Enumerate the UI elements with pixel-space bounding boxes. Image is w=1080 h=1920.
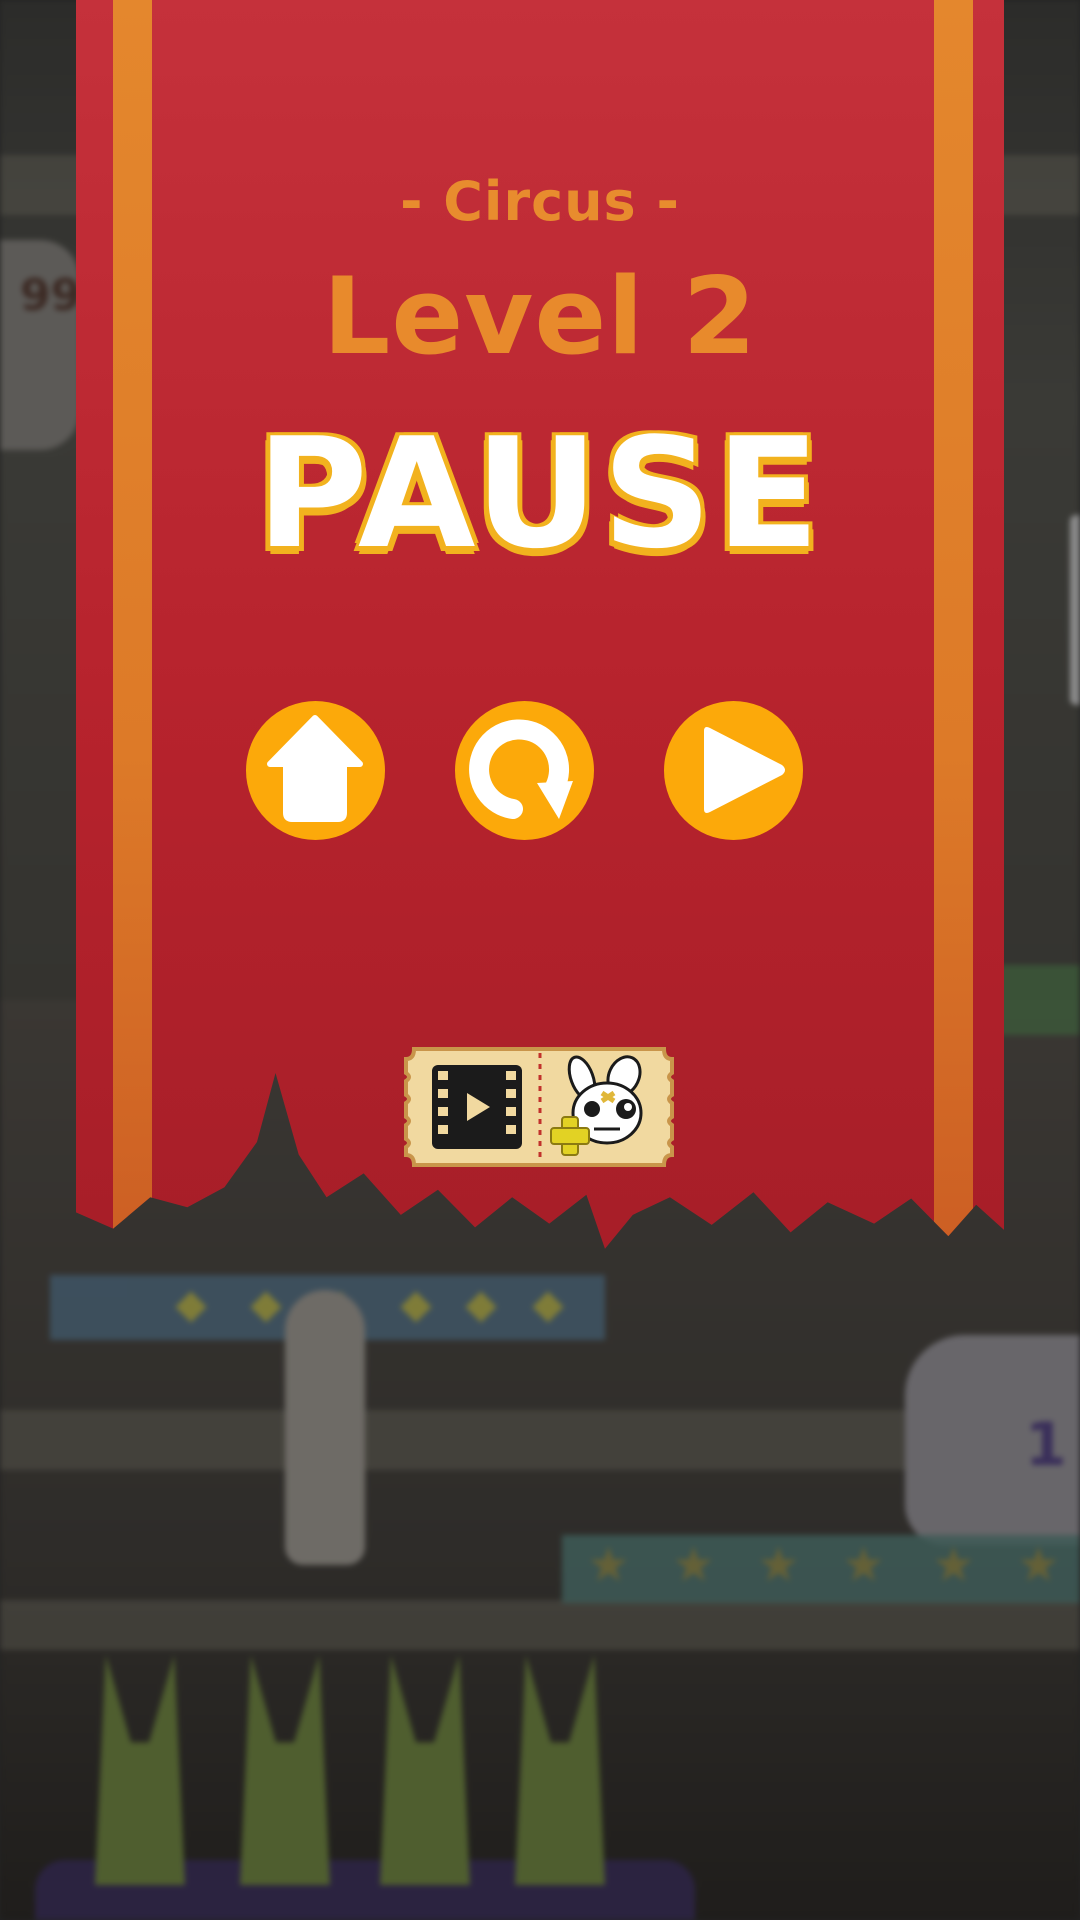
diamond-decor xyxy=(175,1291,207,1323)
restart-button[interactable] xyxy=(455,701,594,840)
hat-number: 99 xyxy=(20,270,82,321)
star-decor: ★ xyxy=(587,1537,631,1593)
star-decor: ★ xyxy=(842,1537,886,1593)
background-hat: 1 xyxy=(905,1335,1080,1545)
background-star-strip: ★ ★ ★ ★ ★ ★ xyxy=(562,1535,1080,1603)
pause-title: PAUSE xyxy=(256,405,824,582)
star-decor: ★ xyxy=(672,1537,716,1593)
diamond-decor xyxy=(465,1291,497,1323)
background-hat: 99 xyxy=(0,240,82,450)
star-decor: ★ xyxy=(932,1537,976,1593)
level-title: Level 2 xyxy=(322,255,758,378)
watch-ad-ticket-button[interactable] xyxy=(402,1043,676,1170)
video-ad-icon xyxy=(432,1065,522,1149)
home-button[interactable] xyxy=(246,701,385,840)
diamond-decor xyxy=(532,1291,564,1323)
home-icon xyxy=(267,715,363,822)
star-decor: ★ xyxy=(757,1537,801,1593)
background-shelf xyxy=(0,1600,1080,1650)
side-handle xyxy=(1070,515,1080,705)
ticket-graphic xyxy=(404,1047,674,1167)
background-finger-prop xyxy=(285,1290,365,1565)
background-green-block xyxy=(995,965,1080,1035)
hat-number: 1 xyxy=(1025,1410,1067,1480)
world-subtitle: - Circus - xyxy=(400,170,680,233)
restart-icon xyxy=(469,719,573,819)
resume-button[interactable] xyxy=(664,701,803,840)
diamond-decor xyxy=(250,1291,282,1323)
star-decor: ★ xyxy=(1017,1537,1061,1593)
diamond-decor xyxy=(400,1291,432,1323)
play-icon xyxy=(704,727,785,813)
